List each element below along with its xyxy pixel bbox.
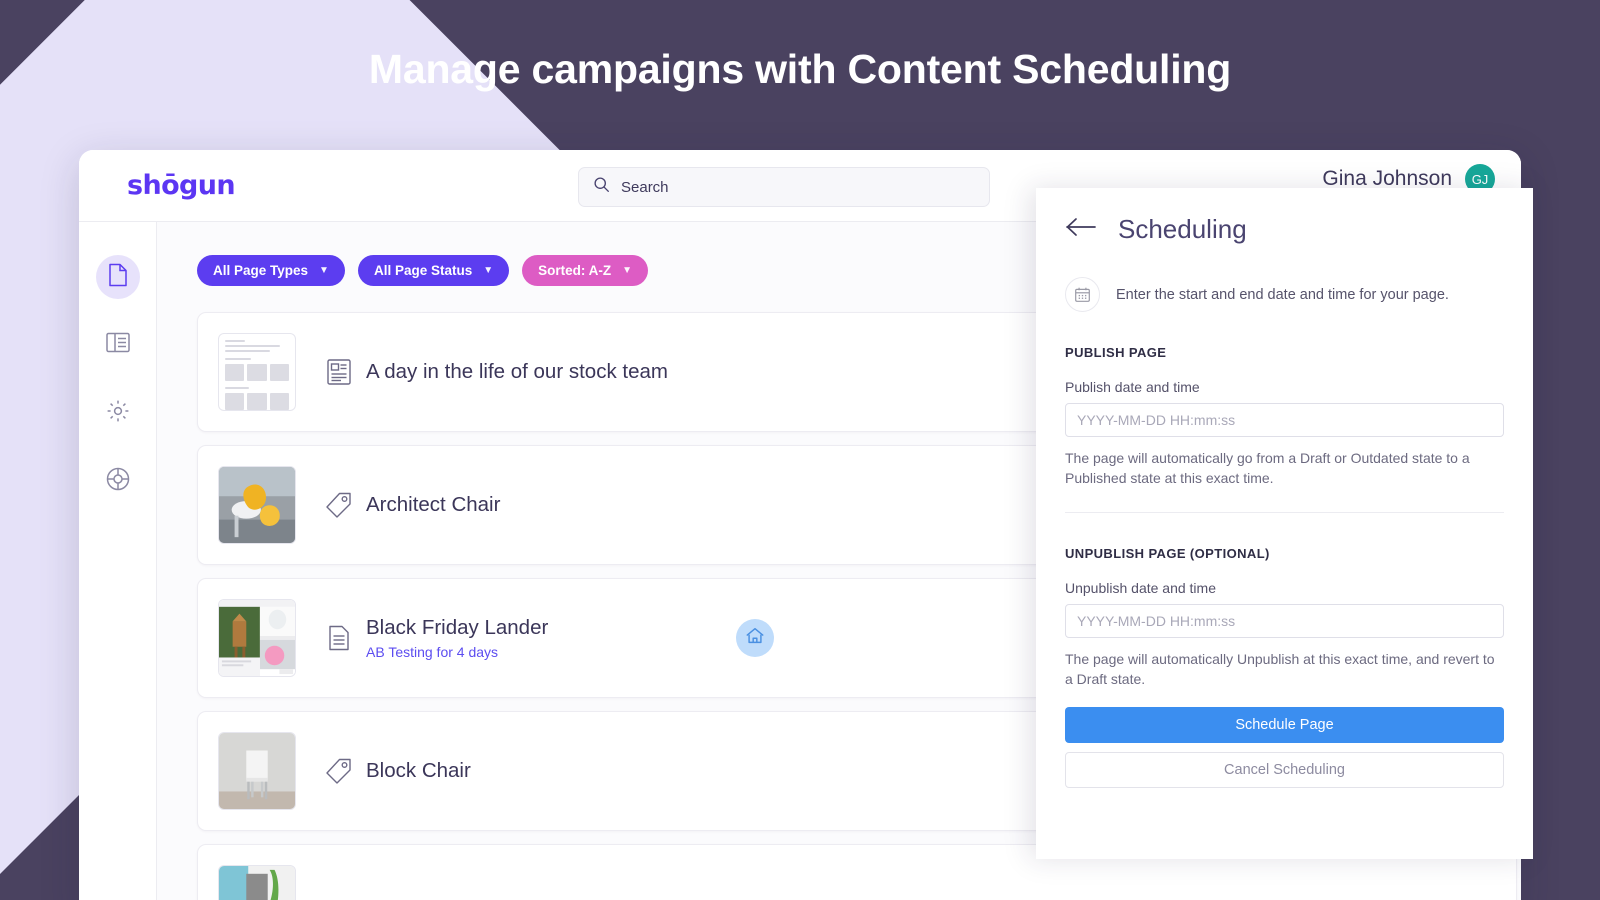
- chevron-down-icon: ▼: [622, 265, 633, 276]
- filter-page-types[interactable]: All Page Types ▼: [197, 255, 345, 286]
- unpublish-note: The page will automatically Unpublish at…: [1065, 650, 1495, 687]
- filter-page-types-label: All Page Types: [213, 263, 309, 278]
- chevron-down-icon: ▼: [483, 265, 494, 276]
- page-title: Block Chair: [366, 759, 471, 782]
- sidebar-item-pages[interactable]: [95, 255, 140, 299]
- page-icon: [107, 263, 129, 292]
- filter-sort[interactable]: Sorted: A-Z ▼: [522, 255, 649, 286]
- gear-icon: [106, 399, 130, 428]
- tag-icon: [322, 758, 356, 784]
- filter-page-status-label: All Page Status: [373, 263, 473, 278]
- shogun-logo[interactable]: shōgun: [127, 170, 236, 201]
- publish-note: The page will automatically go from a Dr…: [1065, 450, 1470, 486]
- page-subtitle: AB Testing for 4 days: [366, 644, 499, 660]
- section-divider: [1065, 511, 1504, 513]
- left-sidebar: [79, 222, 157, 900]
- panel-hint: Enter the start and end date and time fo…: [1065, 277, 1504, 312]
- article-icon: [322, 359, 356, 385]
- page-title: Architect Chair: [366, 493, 501, 516]
- back-arrow-icon[interactable]: [1065, 217, 1097, 242]
- panel-hint-text: Enter the start and end date and time fo…: [1116, 286, 1449, 303]
- scheduling-panel: Scheduling Enter the start and end date …: [1036, 188, 1533, 859]
- calendar-icon: [1065, 277, 1100, 312]
- chevron-down-icon: ▼: [319, 265, 329, 276]
- page-thumbnail: [218, 865, 296, 900]
- filter-sort-label: Sorted: A-Z: [538, 263, 612, 278]
- page-thumbnail: [218, 333, 296, 411]
- unpublish-date-input[interactable]: [1065, 603, 1504, 638]
- search-icon: [593, 176, 610, 198]
- sidebar-item-settings[interactable]: [96, 391, 140, 435]
- promo-banner: Manage campaigns with Content Scheduling…: [0, 0, 1600, 900]
- homepage-badge: [736, 619, 774, 657]
- sidebar-item-support[interactable]: [96, 459, 140, 503]
- page-thumbnail: [218, 732, 296, 810]
- page-thumbnail: [218, 599, 296, 677]
- page-thumbnail: [218, 466, 296, 544]
- cancel-scheduling-button[interactable]: Cancel Scheduling: [1065, 751, 1504, 788]
- page-title: A day in the life of our stock team: [366, 360, 668, 383]
- publish-date-label: Publish date and time: [1065, 379, 1200, 395]
- lifebuoy-icon: [106, 467, 130, 496]
- sidebar-item-templates[interactable]: [96, 323, 140, 367]
- unpublish-section-title: UNPUBLISH PAGE (OPTIONAL): [1065, 545, 1270, 561]
- search-placeholder-text: Search: [621, 178, 669, 196]
- panel-title: Scheduling: [1118, 214, 1247, 244]
- layout-icon: [105, 332, 130, 358]
- page-title: Black Friday Lander: [366, 616, 549, 639]
- page-lines-icon: [322, 625, 356, 651]
- publish-date-input[interactable]: [1065, 403, 1504, 437]
- unpublish-date-label: Unpublish date and time: [1065, 579, 1216, 596]
- filter-page-status[interactable]: All Page Status ▼: [357, 255, 510, 286]
- tag-icon: [322, 492, 356, 518]
- panel-header: Scheduling: [1065, 214, 1504, 245]
- publish-section-title: PUBLISH PAGE: [1065, 345, 1167, 360]
- schedule-page-button[interactable]: Schedule Page: [1065, 706, 1504, 743]
- home-icon: [745, 626, 765, 651]
- page-headline: Manage campaigns with Content Scheduling: [368, 46, 1232, 92]
- search-bar[interactable]: Search: [578, 167, 990, 207]
